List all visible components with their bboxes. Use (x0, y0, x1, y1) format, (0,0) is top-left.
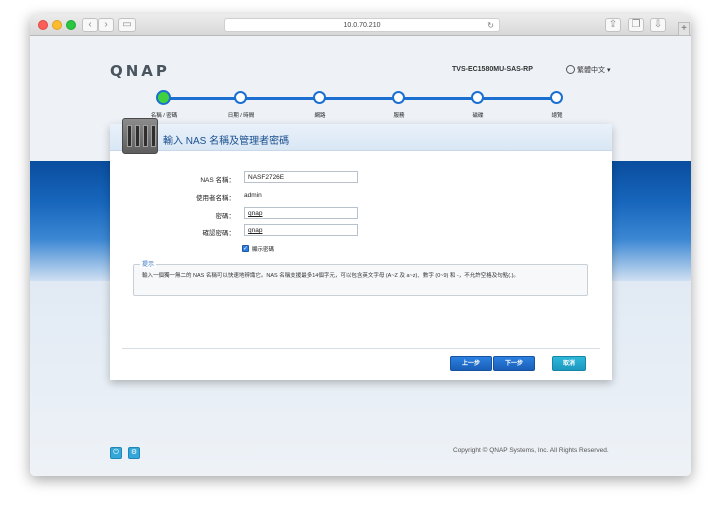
close-window-button[interactable] (38, 20, 48, 30)
step-4-label: 服務 (393, 113, 405, 119)
minimize-window-button[interactable] (52, 20, 62, 30)
step-4-dot (392, 91, 405, 104)
step-6-label: 總覽 (551, 113, 563, 119)
panel-header: 輸入 NAS 名稱及管理者密碼 (110, 118, 612, 154)
stepper-line (164, 97, 557, 100)
cancel-button[interactable]: 取消 (552, 356, 586, 371)
step-1-dot (156, 90, 171, 105)
step-5-label: 磁碟 (472, 113, 484, 119)
next-button[interactable]: 下一步 (493, 356, 535, 371)
new-tab-button[interactable]: + (678, 22, 690, 36)
sidebar-icon[interactable]: ▭ (118, 18, 136, 32)
confirm-password-input[interactable]: qnap (244, 224, 358, 236)
setup-page: QNAP TVS-EC1580MU-SAS-RP 繁體中文 ▾ 名稱 / 密碼 … (30, 36, 691, 476)
zoom-window-button[interactable] (66, 20, 76, 30)
hint-title: 提示 (140, 259, 157, 268)
step-2-label: 日期 / 時間 (227, 113, 255, 119)
username-value: admin (244, 192, 262, 199)
step-2-dot (234, 91, 247, 104)
power-icon[interactable]: ⏻ (110, 447, 122, 459)
back-button[interactable]: ‹ (82, 18, 98, 32)
password-label: 密碼： (215, 213, 236, 220)
hint-box (133, 264, 588, 296)
share-icon[interactable]: ⇪ (605, 18, 621, 32)
tabs-icon[interactable]: ❐ (628, 18, 644, 32)
username-label: 使用者名稱： (196, 195, 235, 202)
browser-toolbar: ‹ › ▭ 10.0.70.210 ↻ ⇪ ❐ ⇩ (30, 14, 691, 36)
show-password-label: 顯示密碼 (252, 247, 275, 253)
nas-name-label: NAS 名稱： (200, 177, 235, 184)
download-icon[interactable]: ⇩ (650, 18, 666, 32)
forward-button[interactable]: › (98, 18, 114, 32)
step-5-dot (471, 91, 484, 104)
gear-icon[interactable]: ⚙ (128, 447, 140, 459)
nas-name-input[interactable]: NASF2726E (244, 171, 358, 183)
hint-text: 輸入一個獨一無二的 NAS 名稱可以快速地辨識它。NAS 名稱支援最多14個字元… (142, 273, 519, 279)
password-input[interactable]: qnap (244, 207, 358, 219)
confirm-password-label: 確認密碼： (202, 230, 236, 237)
prev-button[interactable]: 上一步 (450, 356, 492, 371)
setup-panel: 輸入 NAS 名稱及管理者密碼 (110, 118, 612, 380)
reload-icon[interactable]: ↻ (487, 19, 494, 32)
browser-window: ‹ › ▭ 10.0.70.210 ↻ ⇪ ❐ ⇩ QNAP TVS-EC158… (30, 14, 691, 476)
step-3-label: 網路 (314, 113, 326, 119)
address-bar[interactable]: 10.0.70.210 ↻ (224, 18, 500, 32)
panel-title: 輸入 NAS 名稱及管理者密碼 (163, 136, 290, 147)
step-6-dot (550, 91, 563, 104)
url-text: 10.0.70.210 (343, 22, 381, 29)
copyright-text: Copyright © QNAP Systems, Inc. All Right… (453, 447, 609, 454)
panel-divider (122, 348, 600, 349)
nas-device-icon (122, 118, 158, 154)
show-password-checkbox[interactable]: ✓ (242, 245, 249, 252)
step-3-dot (313, 91, 326, 104)
